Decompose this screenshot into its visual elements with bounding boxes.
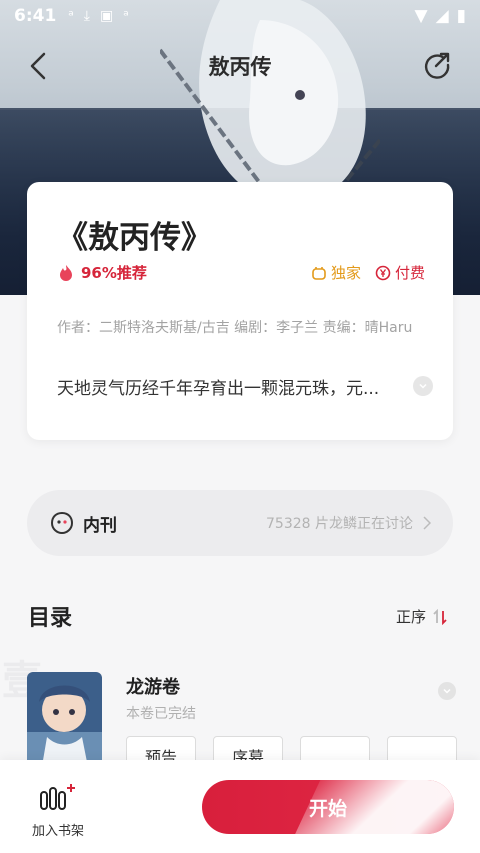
share-icon[interactable] <box>422 50 452 80</box>
recommend-rate: 96%推荐 <box>57 262 147 283</box>
button-glare <box>278 780 454 834</box>
volume-status: 本卷已完结 <box>126 706 196 722</box>
neikan-icon <box>50 511 74 535</box>
top-nav: 敖丙传 <box>0 38 480 94</box>
book-description[interactable]: 天地灵气历经千年孕育出一颗混元珠，元... <box>57 374 413 399</box>
expand-description-button[interactable] <box>413 376 433 396</box>
yen-icon <box>375 265 391 280</box>
page-title: 敖丙传 <box>208 55 272 79</box>
chevron-down-icon <box>419 383 427 389</box>
chevron-down-icon <box>443 688 451 694</box>
wifi-icon: ▼ <box>414 6 428 26</box>
paid-label: 付费 <box>394 264 425 282</box>
sort-icon <box>433 608 447 625</box>
neikan-bar[interactable]: 内刊 75328 片龙鳞正在讨论 <box>27 490 453 556</box>
neikan-label: 内刊 <box>83 515 117 536</box>
recommend-text: 96%推荐 <box>81 264 147 282</box>
download-icon: ⤓ <box>83 8 90 24</box>
discussion-count: 75328 片龙鳞正在讨论 <box>266 516 413 532</box>
volume-expand-button[interactable] <box>438 682 456 700</box>
notification-icon: ᵃ <box>123 8 129 24</box>
catalog-title: 目录 <box>28 606 73 631</box>
sort-label: 正序 <box>395 608 426 626</box>
book-credits: 作者：二斯特洛夫斯基/古吉 编剧：李子兰 责编：晴Haru <box>57 320 413 336</box>
book-info-card: 《敖丙传》 96%推荐 独家 付费 作者：二斯特洛夫斯基/古吉 编剧：李子兰 责… <box>27 182 453 440</box>
neikan-discussion: 75328 片龙鳞正在讨论 <box>266 513 431 533</box>
app-icon: ▣ <box>99 8 114 24</box>
exclusive-icon <box>312 266 326 280</box>
volume-cover-image[interactable] <box>27 672 102 772</box>
status-bar: 6:41 ᵃ ⤓ ▣ ᵃ ▼ ◢ ▮ <box>0 0 480 32</box>
exclusive-label: 独家 <box>330 264 361 282</box>
exclusive-tag: 独家 <box>311 262 361 283</box>
flame-icon <box>60 264 72 281</box>
start-reading-button[interactable]: 开始 <box>202 780 454 834</box>
bottom-action-bar: 加入书架 开始 <box>0 760 480 853</box>
signal-icon: ◢ <box>435 6 449 26</box>
sort-toggle[interactable]: 正序 <box>396 606 448 627</box>
book-tags: 独家 付费 <box>311 262 425 283</box>
back-arrow-icon[interactable] <box>24 48 54 84</box>
book-title: 《敖丙传》 <box>57 220 212 256</box>
add-to-shelf-label: 加入书架 <box>31 824 84 839</box>
bookshelf-add-icon <box>40 784 75 810</box>
add-to-shelf-button[interactable]: 加入书架 <box>26 782 90 839</box>
status-time: 6:41 <box>14 6 57 26</box>
paid-tag: 付费 <box>375 262 425 283</box>
chevron-right-icon <box>423 516 431 530</box>
battery-icon: ▮ <box>456 6 466 26</box>
notification-icon: ᵃ <box>68 8 74 24</box>
volume-name: 龙游卷 <box>126 677 180 698</box>
